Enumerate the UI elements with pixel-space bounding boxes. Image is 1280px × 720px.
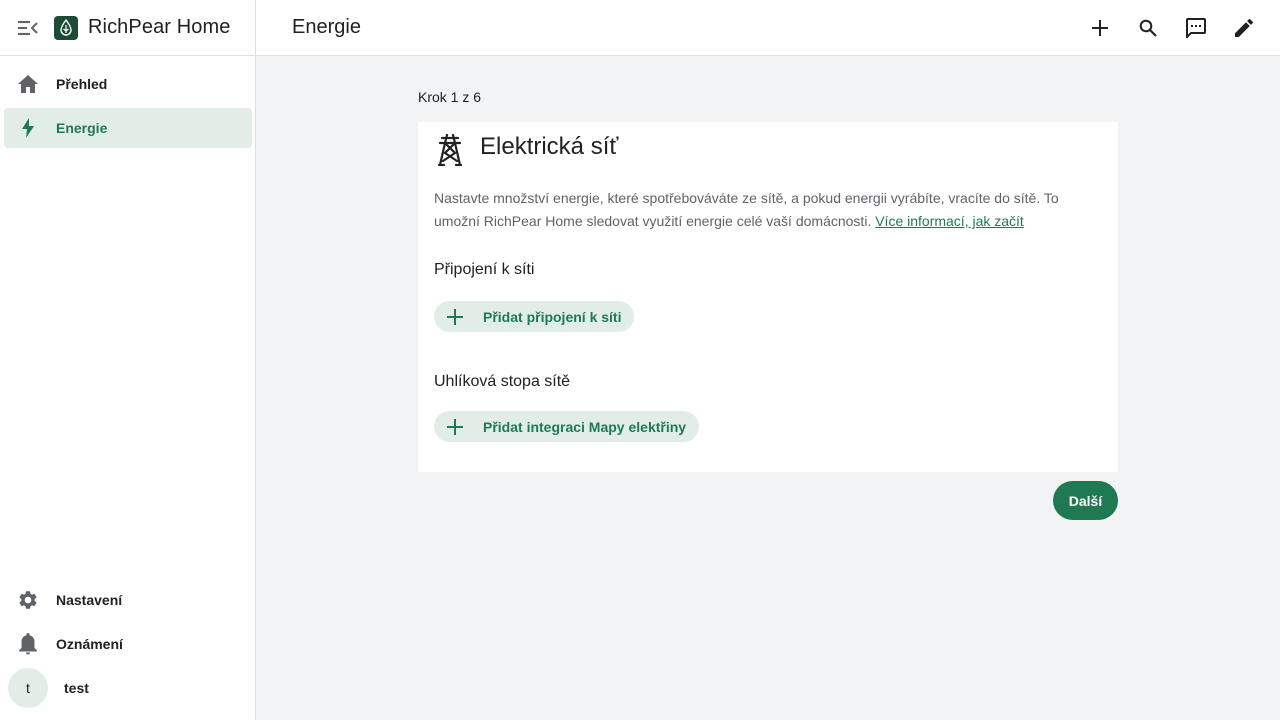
card-title: Elektrická síť [480, 133, 619, 160]
plus-icon [446, 418, 464, 436]
avatar[interactable]: t [8, 668, 48, 708]
plus-icon [446, 308, 464, 326]
pencil-icon[interactable] [1224, 8, 1264, 48]
sidebar-item-oznameni[interactable]: Oznámení [4, 624, 252, 664]
carbon-footprint-title: Uhlíková stopa sítě [434, 373, 571, 390]
gear-icon [16, 588, 40, 612]
button-label: Přidat integraci Mapy elektřiny [483, 418, 687, 435]
step-indicator: Krok 1 z 6 [418, 89, 482, 105]
sidebar-item-label: Oznámení [56, 636, 123, 652]
bell-icon [16, 632, 40, 656]
transmission-tower-icon [436, 133, 464, 167]
sidebar-item-nastaveni[interactable]: Nastavení [4, 580, 252, 620]
user-name[interactable]: test [64, 680, 89, 696]
sidebar-header: RichPear Home [0, 0, 255, 56]
app-brand: RichPear Home [88, 16, 231, 38]
sidebar-item-prehled[interactable]: Přehled [4, 64, 252, 104]
lightning-icon [16, 116, 40, 140]
sidebar-item-label: Přehled [56, 76, 108, 92]
add-electricity-maps-button[interactable]: Přidat integraci Mapy elektřiny [434, 411, 700, 442]
next-button[interactable]: Další [1053, 481, 1118, 520]
sidebar-item-label: Nastavení [56, 592, 123, 608]
top-bar: Energie [256, 0, 1280, 56]
search-icon[interactable] [1128, 8, 1168, 48]
card-description: Nastavte množství energie, které spotřeb… [434, 187, 1106, 233]
app-logo [54, 15, 78, 40]
learn-more-link[interactable]: Více informací, jak začít [875, 213, 1024, 229]
home-icon [16, 72, 40, 96]
add-grid-connection-button[interactable]: Přidat připojení k síti [434, 301, 635, 332]
sidebar-item-energie[interactable]: Energie [4, 108, 252, 148]
plus-icon[interactable] [1080, 8, 1120, 48]
collapse-menu-icon[interactable] [16, 16, 40, 40]
button-label: Přidat připojení k síti [483, 308, 622, 325]
grid-connection-title: Připojení k síti [434, 261, 535, 278]
sidebar-item-label: Energie [56, 120, 108, 136]
sidebar: RichPear Home Přehled Energie Nastavení [0, 0, 256, 720]
chat-icon[interactable] [1176, 8, 1216, 48]
page-title: Energie [292, 16, 361, 38]
grid-setup-card: Elektrická síť Nastavte množství energie… [418, 122, 1118, 472]
